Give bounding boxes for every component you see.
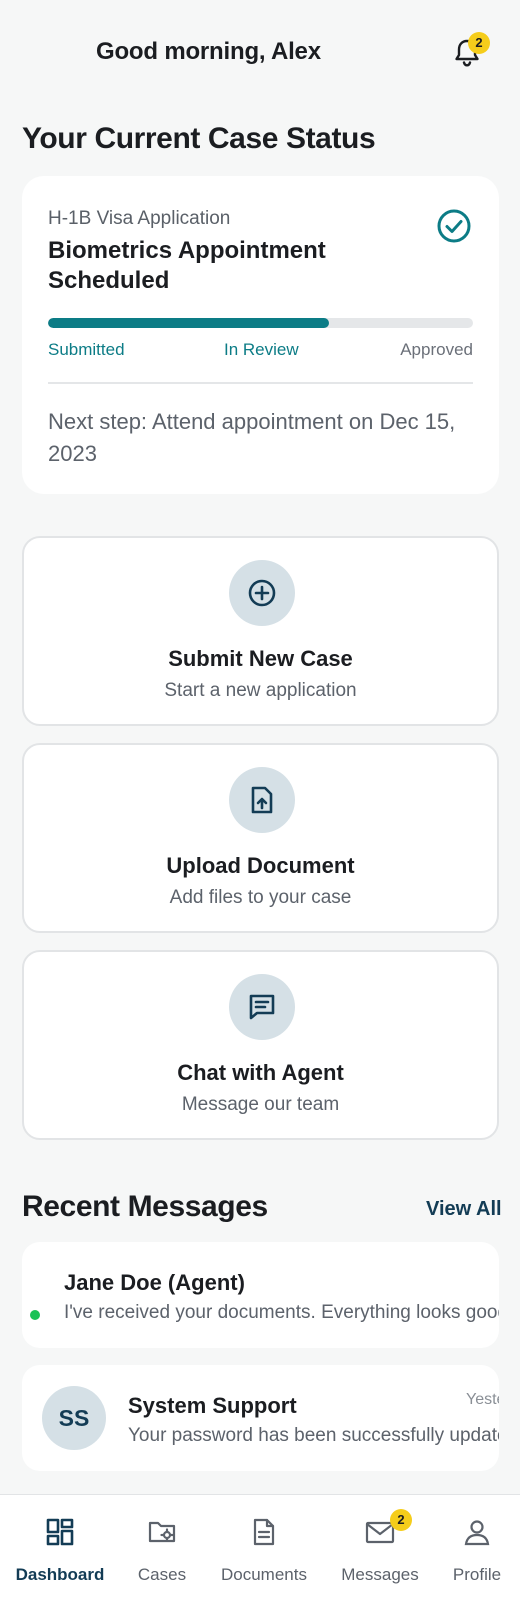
case-status-heading: Your Current Case Status: [22, 122, 376, 155]
user-icon: [464, 1520, 490, 1546]
file-upload-icon: [251, 786, 273, 814]
bottom-navigation: Dashboard Cases Documents 2 Messages Pro…: [0, 1494, 520, 1600]
next-step-text: Next step: Attend appointment on Dec 15,…: [48, 409, 456, 466]
message-time: Yesterday: [466, 1391, 499, 1408]
document-icon: [253, 1518, 275, 1546]
nav-label: Cases: [137, 1565, 187, 1584]
nav-label: Profile: [452, 1565, 502, 1584]
view-all-link[interactable]: View All: [426, 1198, 502, 1221]
action-title: Upload Document: [166, 853, 355, 878]
nav-label: Dashboard: [15, 1565, 105, 1584]
recent-messages-heading: Recent Messages: [22, 1190, 268, 1223]
chat-icon: [249, 994, 275, 1020]
message-preview: I've received your documents. Everything…: [64, 1302, 499, 1323]
unread-indicator: [30, 1310, 40, 1320]
case-status-card[interactable]: H-1B Visa Application Biometrics Appoint…: [22, 176, 499, 494]
upload-document-card[interactable]: Upload Document Add files to your case: [22, 743, 499, 933]
nav-cases[interactable]: Cases: [116, 1495, 208, 1600]
stage-approved: Approved: [400, 340, 473, 359]
message-sender: Jane Doe (Agent): [64, 1270, 245, 1295]
dashboard-icon: [46, 1518, 74, 1546]
action-subtitle: Message our team: [181, 1094, 340, 1115]
app-header: Good morning, Alex 2: [0, 0, 520, 100]
nav-label: Documents: [221, 1565, 307, 1584]
avatar: SS: [42, 1386, 106, 1450]
chat-with-agent-card[interactable]: Chat with Agent Message our team: [22, 950, 499, 1140]
case-status-text: Biometrics Appointment Scheduled: [48, 237, 326, 294]
nav-documents[interactable]: Documents: [208, 1495, 320, 1600]
action-title: Chat with Agent: [177, 1060, 344, 1085]
nav-label: Messages: [341, 1565, 419, 1584]
greeting-text: Good morning, Alex: [96, 38, 321, 65]
message-item[interactable]: Jane Doe (Agent) I've received your docu…: [22, 1242, 499, 1348]
stage-submitted: Submitted: [48, 340, 125, 359]
file-upload-icon-badge: [229, 767, 295, 833]
notification-badge: 2: [468, 32, 490, 54]
folder-settings-icon: [148, 1521, 176, 1543]
case-progress-bar: [48, 318, 473, 328]
action-subtitle: Start a new application: [164, 680, 357, 701]
stage-in-review: In Review: [224, 340, 299, 359]
message-item[interactable]: SS System Support Your password has been…: [22, 1365, 499, 1471]
nav-messages[interactable]: 2 Messages: [330, 1495, 430, 1600]
action-title: Submit New Case: [168, 646, 353, 671]
nav-profile[interactable]: Profile: [434, 1495, 520, 1600]
divider: [48, 382, 473, 384]
messages-badge: 2: [390, 1509, 412, 1531]
plus-circle-icon-badge: [229, 560, 295, 626]
submit-new-case-card[interactable]: Submit New Case Start a new application: [22, 536, 499, 726]
case-type: H-1B Visa Application: [48, 208, 231, 229]
message-preview: Your password has been successfully upda…: [128, 1425, 499, 1446]
action-subtitle: Add files to your case: [169, 887, 352, 908]
check-circle-icon: [436, 208, 472, 249]
message-sender: System Support: [128, 1393, 297, 1418]
chat-icon-badge: [229, 974, 295, 1040]
case-progress-fill: [48, 318, 329, 328]
nav-dashboard[interactable]: Dashboard: [4, 1495, 116, 1600]
plus-circle-icon: [248, 579, 276, 607]
